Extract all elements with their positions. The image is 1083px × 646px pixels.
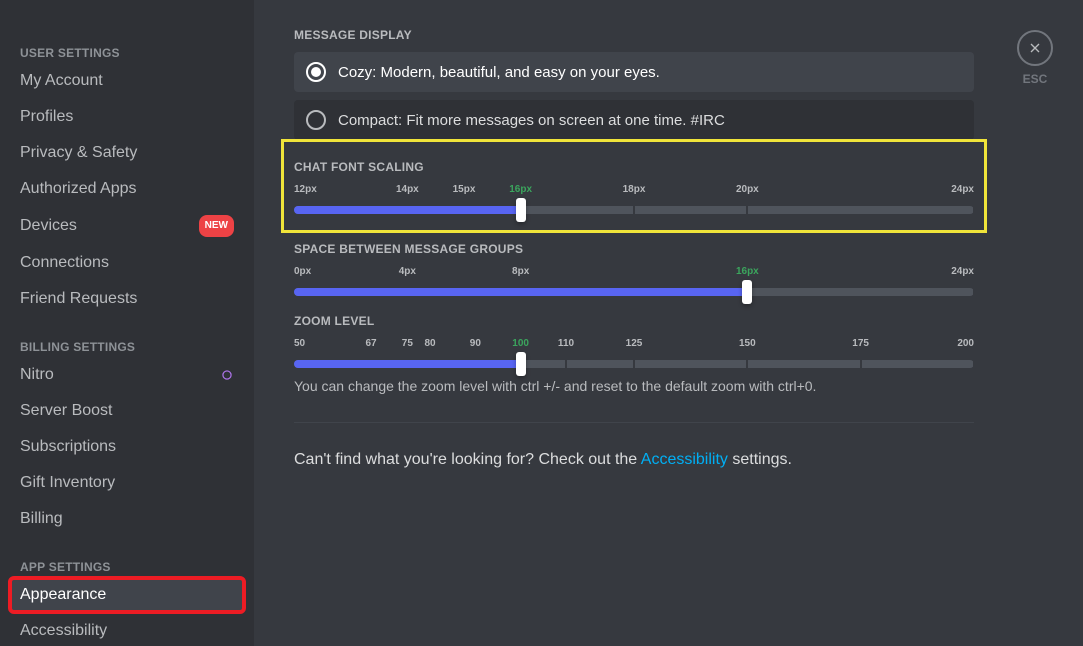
slider-tick: 100: [512, 338, 529, 349]
sidebar-item-label: Devices: [20, 216, 77, 236]
slider-tick: 75: [402, 338, 413, 349]
message-display-radios: Cozy: Modern, beautiful, and easy on you…: [294, 52, 974, 140]
sidebar-item-nitro[interactable]: Nitro: [10, 358, 244, 392]
slider-tick: 50: [294, 338, 305, 349]
sidebar-item-billing[interactable]: Billing: [10, 502, 244, 536]
slider-tick: 14px: [396, 184, 419, 195]
settings-sidebar: USER SETTINGS My Account Profiles Privacy &…: [0, 0, 254, 646]
sidebar-item-appearance[interactable]: Appearance: [10, 578, 244, 612]
sidebar-item-privacy-safety[interactable]: Privacy & Safety: [10, 136, 244, 170]
slider-track[interactable]: [294, 288, 974, 296]
sidebar-item-label: My Account: [20, 71, 103, 91]
slider-tick: 200: [957, 338, 974, 349]
sidebar-item-server-boost[interactable]: Server Boost: [10, 394, 244, 428]
chat-font-scaling-section: CHAT FONT SCALING 12px 14px 15px 16px 18px 20p…: [290, 148, 978, 224]
sidebar-item-friend-requests[interactable]: Friend Requests: [10, 282, 244, 316]
slider-tick: 67: [365, 338, 376, 349]
slider-tick: 110: [558, 338, 574, 349]
slider-label: SPACE BETWEEN MESSAGE GROUPS: [294, 242, 974, 256]
message-display-header: MESSAGE DISPLAY: [294, 28, 974, 42]
slider-fill: [294, 206, 521, 214]
sidebar-item-label: Friend Requests: [20, 289, 137, 309]
sidebar-item-gift-inventory[interactable]: Gift Inventory: [10, 466, 244, 500]
slider-thumb[interactable]: [516, 198, 526, 222]
sidebar-item-connections[interactable]: Connections: [10, 246, 244, 280]
slider-tick: 4px: [399, 266, 416, 277]
slider-tick: 16px: [736, 266, 759, 277]
slider-ticks: 12px 14px 15px 16px 18px 20px 24px: [294, 184, 974, 206]
sidebar-section-header: USER SETTINGS: [10, 40, 244, 64]
slider-tick: 90: [470, 338, 481, 349]
slider-tick: 125: [626, 338, 643, 349]
radio-label: Compact: Fit more messages on screen at …: [338, 112, 725, 129]
slider-tick: 18px: [623, 184, 646, 195]
slider-label: ZOOM LEVEL: [294, 314, 974, 328]
footer-before: Can't find what you're looking for? Chec…: [294, 451, 641, 468]
slider-thumb[interactable]: [516, 352, 526, 376]
slider-tick: 0px: [294, 266, 311, 277]
sidebar-item-my-account[interactable]: My Account: [10, 64, 244, 98]
sidebar-item-label: Accessibility: [20, 621, 107, 641]
sidebar-item-label: Connections: [20, 253, 109, 273]
sidebar-item-label: Gift Inventory: [20, 473, 115, 493]
message-display-option[interactable]: Compact: Fit more messages on screen at …: [294, 100, 974, 140]
sidebar-item-label: Profiles: [20, 107, 73, 127]
slider-track[interactable]: [294, 206, 974, 214]
radio-label: Cozy: Modern, beautiful, and easy on you…: [338, 64, 660, 81]
footer-after: settings.: [728, 451, 792, 468]
slider-tick: 16px: [509, 184, 532, 195]
sidebar-item-authorized-apps[interactable]: Authorized Apps: [10, 172, 244, 206]
slider-tick: 12px: [294, 184, 317, 195]
radio-icon: [306, 62, 326, 82]
nitro-boost-icon: [220, 368, 234, 382]
sidebar-item-label: Authorized Apps: [20, 179, 137, 199]
slider-tick: 175: [852, 338, 869, 349]
slider-tick: 20px: [736, 184, 759, 195]
slider-tick: 150: [739, 338, 756, 349]
settings-content: ESC MESSAGE DISPLAY Cozy: Modern, beauti…: [254, 0, 1083, 646]
sidebar-item-label: Privacy & Safety: [20, 143, 137, 163]
sidebar-item-label: Subscriptions: [20, 437, 116, 457]
radio-icon: [306, 110, 326, 130]
sidebar-item-profiles[interactable]: Profiles: [10, 100, 244, 134]
slider-tick: 24px: [951, 266, 974, 277]
slider-ticks: 0px 4px 8px 16px 24px: [294, 266, 974, 288]
new-badge: NEW: [199, 215, 234, 237]
space-between-section: SPACE BETWEEN MESSAGE GROUPS 0px 4px 8px 16p…: [294, 242, 974, 296]
accessibility-link[interactable]: Accessibility: [641, 451, 728, 468]
sidebar-item-label: Server Boost: [20, 401, 112, 421]
divider: [294, 422, 974, 423]
close-icon: [1027, 40, 1043, 56]
close-settings: ESC: [1017, 30, 1053, 86]
slider-tick: 8px: [512, 266, 529, 277]
sidebar-item-label: Appearance: [20, 585, 106, 605]
slider-fill: [294, 360, 521, 368]
slider-help-text: You can change the zoom level with ctrl …: [294, 378, 974, 394]
slider-tick: 80: [424, 338, 435, 349]
slider-tick: 24px: [951, 184, 974, 195]
sidebar-item-label: Billing: [20, 509, 63, 529]
slider-ticks: 50 67 75 80 90 100 110 125 150 175 200: [294, 338, 974, 360]
zoom-level-section: ZOOM LEVEL 50 67 75 80 90 100 110 125 150 175 200 Yo…: [294, 314, 974, 394]
sidebar-item-label: Nitro: [20, 365, 54, 385]
esc-label: ESC: [1017, 72, 1053, 86]
slider-label: CHAT FONT SCALING: [294, 160, 974, 174]
sidebar-section-header: APP SETTINGS: [10, 554, 244, 578]
slider-tick: 15px: [453, 184, 476, 195]
footer-text: Can't find what you're looking for? Chec…: [294, 451, 974, 469]
slider-track[interactable]: [294, 360, 974, 368]
sidebar-item-devices[interactable]: Devices NEW: [10, 208, 244, 244]
message-display-option[interactable]: Cozy: Modern, beautiful, and easy on you…: [294, 52, 974, 92]
close-button[interactable]: [1017, 30, 1053, 66]
slider-thumb[interactable]: [742, 280, 752, 304]
sidebar-item-subscriptions[interactable]: Subscriptions: [10, 430, 244, 464]
sidebar-section-header: BILLING SETTINGS: [10, 334, 244, 358]
sidebar-item-accessibility[interactable]: Accessibility: [10, 614, 244, 646]
slider-fill: [294, 288, 747, 296]
